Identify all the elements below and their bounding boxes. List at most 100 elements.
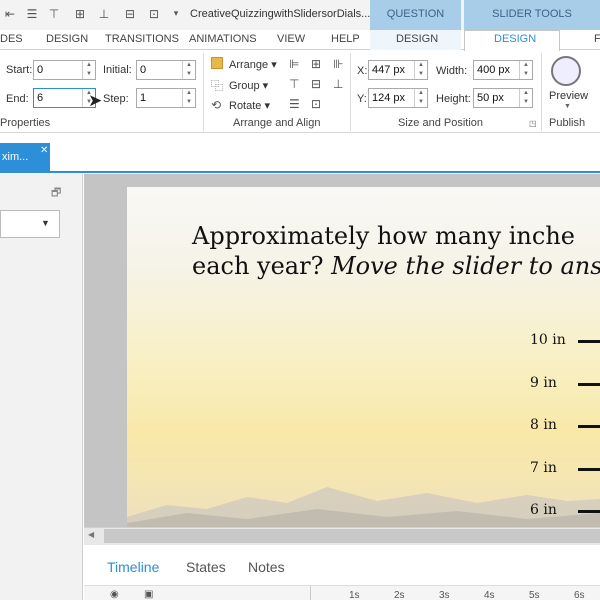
align-right-icon[interactable]: ⊪: [333, 57, 343, 71]
restore-icon[interactable]: 🗗: [51, 184, 61, 203]
ruler-tick-label: 2s: [394, 590, 405, 601]
tab-slider-design[interactable]: DESIGN: [494, 33, 536, 45]
y-spinner[interactable]: ▲▼: [368, 88, 428, 108]
initial-spinner[interactable]: ▲▼: [136, 60, 196, 80]
start-label: Start:: [6, 64, 33, 76]
rotate-button[interactable]: Rotate ▾: [229, 99, 270, 112]
scale-tick: [578, 467, 600, 471]
question-text: Approximately how many inche each year? …: [192, 221, 600, 281]
height-input[interactable]: [474, 89, 518, 107]
arrange-button[interactable]: Arrange ▾: [229, 58, 277, 71]
step-spinner[interactable]: ▲▼: [136, 88, 196, 108]
start-spinner[interactable]: ▲▼: [33, 60, 96, 80]
ribbon-separator: [541, 53, 542, 131]
scale-tick: [578, 340, 600, 343]
scrollbar-thumb[interactable]: [104, 529, 600, 543]
spinner-arrows-icon[interactable]: ▲ ▼: [82, 61, 95, 79]
height-spinner[interactable]: ▲▼: [473, 88, 533, 108]
end-label: End:: [6, 93, 29, 105]
tab-question-design[interactable]: DESIGN: [396, 33, 438, 45]
question-tools-context: QUESTION TOOLS: [370, 0, 461, 48]
center-icon[interactable]: ⊡: [146, 6, 162, 22]
x-spinner[interactable]: ▲▼: [368, 60, 428, 80]
more-icon[interactable]: ▾: [168, 6, 184, 22]
align-left-icon[interactable]: ⇤: [2, 6, 18, 22]
scale-label: 6 in: [530, 502, 557, 518]
publish-group-title: Publish: [549, 117, 586, 129]
step-label: Step:: [103, 93, 129, 105]
initial-input[interactable]: [137, 61, 181, 79]
properties-group-title: Properties: [0, 117, 51, 129]
align-bottom-icon[interactable]: ⊥: [333, 77, 343, 91]
distribute-vertical-icon[interactable]: ☰: [289, 97, 300, 111]
x-input[interactable]: [369, 61, 413, 79]
question-line-2: each year? Move the slider to ans: [192, 252, 600, 280]
lock-icon[interactable]: ▣: [144, 589, 153, 600]
preview-button[interactable]: Preview: [549, 90, 588, 102]
tab-timeline[interactable]: Timeline: [107, 559, 159, 575]
spinner-arrows-icon[interactable]: ▲ ▼: [182, 61, 195, 79]
tab-transitions[interactable]: TRANSITIONS: [105, 33, 179, 45]
spinner-arrows-icon[interactable]: ▲ ▼: [519, 89, 532, 107]
size-position-group-title: Size and Position: [398, 117, 483, 129]
panel-dropdown[interactable]: [0, 210, 60, 238]
close-icon[interactable]: ✕: [40, 145, 48, 156]
tab-help[interactable]: HELP: [331, 33, 360, 45]
align-center-icon[interactable]: ⊞: [311, 57, 321, 71]
document-title: CreativeQuizzingwithSlidersorDials...: [190, 8, 371, 20]
scale-tick: [578, 425, 600, 428]
width-input[interactable]: [474, 61, 518, 79]
end-spinner[interactable]: ▲▼: [33, 88, 96, 108]
slide[interactable]: Approximately how many inche each year? …: [127, 187, 600, 527]
tab-animations[interactable]: ANIMATIONS: [189, 33, 257, 45]
y-label: Y:: [357, 93, 367, 105]
arrange-icon[interactable]: [211, 57, 223, 69]
ruler-tick-label: 1s: [349, 590, 360, 601]
ruler-tick-label: 3s: [439, 590, 450, 601]
ruler-divider: [310, 586, 311, 600]
slider-tools-context: SLIDER TOOLS: [464, 0, 600, 30]
start-input[interactable]: [34, 61, 81, 79]
spinner-arrows-icon[interactable]: ▲ ▼: [414, 89, 427, 107]
y-input[interactable]: [369, 89, 413, 107]
tab-states[interactable]: States: [186, 559, 226, 575]
ruler-tick-label: 4s: [484, 590, 495, 601]
group-button[interactable]: Group ▾: [229, 79, 268, 92]
spinner-arrows-icon[interactable]: ▲ ▼: [414, 61, 427, 79]
align-top-icon[interactable]: ⊤: [289, 77, 299, 91]
spinner-arrows-icon[interactable]: ▲ ▼: [519, 61, 532, 79]
grid-icon[interactable]: ⊟: [122, 6, 138, 22]
align-left-icon[interactable]: ⊫: [289, 57, 299, 71]
preview-icon[interactable]: [551, 56, 581, 86]
tab-slides[interactable]: DES: [0, 33, 23, 45]
width-label: Width:: [436, 65, 468, 77]
eye-icon[interactable]: ◉: [110, 589, 119, 600]
align-middle-icon[interactable]: ⊞: [72, 6, 88, 22]
scale-label: 9 in: [530, 374, 557, 391]
distribute-horizontal-icon[interactable]: ⊡: [311, 97, 321, 111]
group-icon[interactable]: ⿻: [211, 77, 223, 94]
scale-tick: [578, 510, 600, 513]
chevron-down-icon[interactable]: ▼: [564, 103, 571, 110]
end-input[interactable]: [34, 89, 81, 107]
chevron-down-icon[interactable]: ▼: [41, 218, 50, 228]
tab-format[interactable]: F: [594, 33, 600, 45]
spinner-arrows-icon[interactable]: ▲ ▼: [182, 89, 195, 107]
rotate-icon[interactable]: ⟲: [211, 98, 221, 112]
mouse-cursor-icon: ➤: [88, 91, 103, 111]
scroll-left-icon[interactable]: ◀: [88, 530, 94, 539]
document-tab-bar: [0, 133, 600, 173]
tab-notes[interactable]: Notes: [248, 559, 285, 575]
align-middle-icon[interactable]: ⊟: [311, 77, 321, 91]
tab-view[interactable]: VIEW: [277, 33, 305, 45]
dialog-launcher-icon[interactable]: ◳: [529, 119, 537, 128]
align-bottom-icon[interactable]: ⊥: [96, 6, 112, 22]
tab-design[interactable]: DESIGN: [46, 33, 88, 45]
align-top-icon[interactable]: ⊤: [46, 6, 62, 22]
ribbon-separator: [203, 53, 204, 131]
width-spinner[interactable]: ▲▼: [473, 60, 533, 80]
distribute-icon[interactable]: ☰: [24, 6, 40, 22]
question-line-1: Approximately how many inche: [192, 222, 575, 250]
step-input[interactable]: [137, 89, 181, 107]
x-label: X:: [357, 65, 368, 77]
